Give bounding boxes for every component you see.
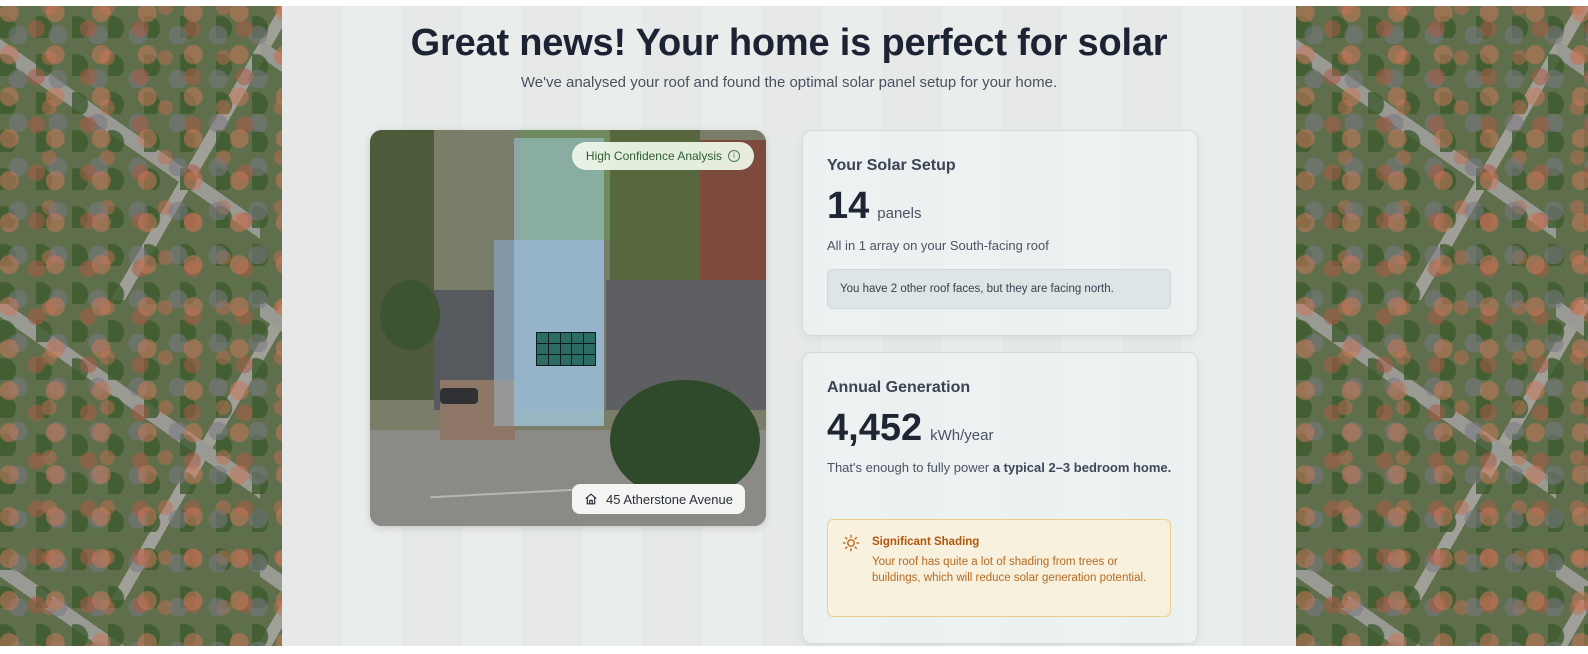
generation-description: That's enough to fully power a typical 2…: [827, 457, 1177, 479]
address-chip: 45 Atherstone Avenue: [572, 484, 745, 514]
roof-satellite-view: High Confidence Analysis i 45 Atherstone…: [370, 130, 766, 526]
bottom-border: [0, 646, 1588, 654]
solar-setup-title: Your Solar Setup: [827, 157, 956, 174]
confidence-badge[interactable]: High Confidence Analysis i: [571, 142, 754, 170]
annual-generation-unit: kWh/year: [930, 427, 994, 444]
panel-count: 14 panels: [827, 185, 921, 228]
page-subtitle: We've analysed your roof and found the o…: [520, 74, 1058, 91]
panel-count-value: 14: [827, 185, 870, 227]
address-text: 45 Atherstone Avenue: [606, 491, 733, 507]
info-icon[interactable]: i: [728, 150, 740, 162]
top-border: [0, 0, 1588, 6]
annual-generation-title: Annual Generation: [827, 379, 971, 396]
shading-warning-title: Significant Shading: [872, 536, 980, 548]
page-title: Great news! Your home is perfect for sol…: [410, 22, 1168, 64]
annual-generation-value: 4,452: [827, 407, 923, 449]
results-panel: Great news! Your home is perfect for sol…: [282, 0, 1296, 654]
sun-icon: [842, 534, 860, 552]
home-icon: [585, 493, 597, 505]
annual-generation-card: Annual Generation 4,452 kWh/year That's …: [802, 352, 1198, 644]
solar-setup-card: Your Solar Setup 14 panels All in 1 arra…: [802, 130, 1198, 336]
roof-faces-note: You have 2 other roof faces, but they ar…: [827, 269, 1171, 309]
annual-generation: 4,452 kWh/year: [827, 407, 993, 450]
panel-count-unit: panels: [877, 205, 922, 222]
aerial-background-left: [0, 0, 282, 654]
roof-faces-note-text: You have 2 other roof faces, but they ar…: [840, 283, 1114, 295]
solar-panel-array: [536, 332, 596, 366]
generation-description-bold: a typical 2–3 bedroom home.: [992, 460, 1172, 475]
aerial-background-right: [1296, 0, 1588, 654]
shading-warning-body: Your roof has quite a lot of shading fro…: [872, 556, 1147, 584]
array-description: All in 1 array on your South-facing roof: [827, 238, 1049, 253]
shading-warning: Significant Shading Your roof has quite …: [827, 519, 1171, 617]
confidence-badge-label: High Confidence Analysis: [585, 149, 722, 163]
generation-description-prefix: That's enough to fully power: [827, 460, 990, 475]
